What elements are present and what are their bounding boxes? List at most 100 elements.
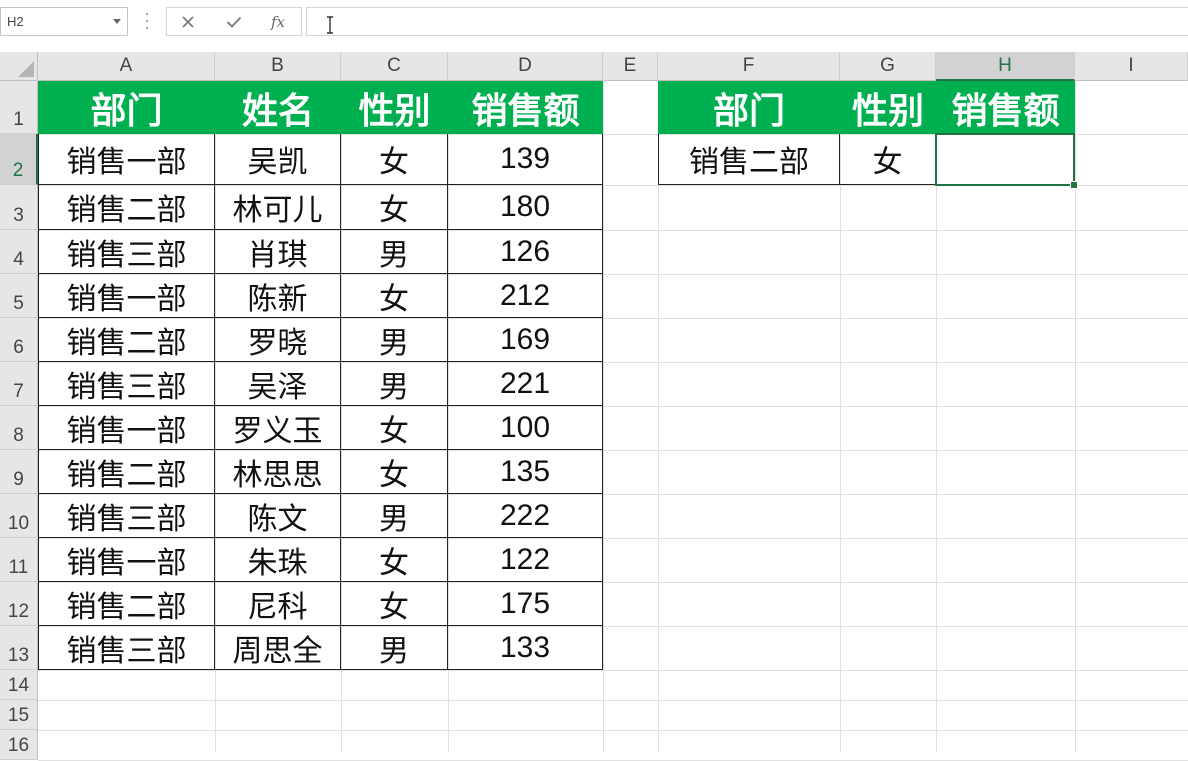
table1-header-cell[interactable]: 销售额 xyxy=(448,81,603,134)
table1-cell[interactable]: 女 xyxy=(341,450,448,494)
table1-cell[interactable]: 122 xyxy=(448,538,603,582)
table1-cell[interactable]: 222 xyxy=(448,494,603,538)
formula-buttons: fx xyxy=(166,7,302,36)
table1-cell[interactable]: 135 xyxy=(448,450,603,494)
table1-cell[interactable]: 139 xyxy=(448,134,603,185)
row-header-5[interactable]: 5 xyxy=(0,274,38,318)
select-all-button[interactable] xyxy=(0,52,38,81)
column-header-h[interactable]: H xyxy=(936,52,1075,81)
table2-header-cell[interactable]: 部门 xyxy=(658,81,840,134)
table1-cell[interactable]: 尼科 xyxy=(215,582,341,626)
name-box-value: H2 xyxy=(7,14,24,29)
table1-cell[interactable]: 陈新 xyxy=(215,274,341,318)
table1-cell[interactable]: 女 xyxy=(341,134,448,185)
table1-cell[interactable]: 销售二部 xyxy=(38,185,215,230)
row-header-13[interactable]: 13 xyxy=(0,626,38,670)
table1-cell[interactable]: 175 xyxy=(448,582,603,626)
row-header-8[interactable]: 8 xyxy=(0,406,38,450)
table1-cell[interactable]: 133 xyxy=(448,626,603,670)
table1-cell[interactable]: 罗晓 xyxy=(215,318,341,362)
table1-cell[interactable]: 100 xyxy=(448,406,603,450)
table1-cell[interactable]: 212 xyxy=(448,274,603,318)
row-header-10[interactable]: 10 xyxy=(0,494,38,538)
gridline xyxy=(38,730,1188,731)
column-header-f[interactable]: F xyxy=(658,52,840,81)
row-header-15[interactable]: 15 xyxy=(0,700,38,730)
table1-cell[interactable]: 林可儿 xyxy=(215,185,341,230)
table1-cell[interactable]: 女 xyxy=(341,406,448,450)
column-header-e[interactable]: E xyxy=(603,52,658,81)
table1-cell[interactable]: 女 xyxy=(341,185,448,230)
table2-cell[interactable]: 女 xyxy=(840,134,936,185)
row-header-7[interactable]: 7 xyxy=(0,362,38,406)
table1-cell[interactable]: 221 xyxy=(448,362,603,406)
table1-cell[interactable]: 销售三部 xyxy=(38,494,215,538)
name-box[interactable]: H2 xyxy=(0,7,128,36)
table1-cell[interactable]: 女 xyxy=(341,538,448,582)
table1-cell[interactable]: 169 xyxy=(448,318,603,362)
table1-cell[interactable]: 吴泽 xyxy=(215,362,341,406)
column-header-i[interactable]: I xyxy=(1075,52,1188,81)
close-icon[interactable] xyxy=(177,12,199,32)
table1-cell[interactable]: 销售三部 xyxy=(38,230,215,274)
gridline xyxy=(38,700,1188,701)
formula-bar: H2 fx xyxy=(0,0,1188,44)
table1-cell[interactable]: 陈文 xyxy=(215,494,341,538)
column-header-d[interactable]: D xyxy=(448,52,603,81)
column-header-c[interactable]: C xyxy=(341,52,448,81)
table1-cell[interactable]: 126 xyxy=(448,230,603,274)
row-header-14[interactable]: 14 xyxy=(0,670,38,700)
table1-cell[interactable]: 男 xyxy=(341,362,448,406)
table1-cell[interactable]: 销售一部 xyxy=(38,406,215,450)
table1-cell[interactable]: 销售三部 xyxy=(38,626,215,670)
formula-input[interactable] xyxy=(306,7,1188,36)
fx-label: fx xyxy=(270,13,285,31)
table1-cell[interactable]: 罗义玉 xyxy=(215,406,341,450)
table1-cell[interactable]: 林思思 xyxy=(215,450,341,494)
row-header-1[interactable]: 1 xyxy=(0,81,38,134)
table2-cell[interactable]: 销售二部 xyxy=(658,134,840,185)
table1-cell[interactable]: 销售一部 xyxy=(38,134,215,185)
chevron-down-icon[interactable] xyxy=(113,19,121,24)
table1-header-cell[interactable]: 姓名 xyxy=(215,81,341,134)
column-header-b[interactable]: B xyxy=(215,52,341,81)
table1-cell[interactable]: 周思全 xyxy=(215,626,341,670)
row-header-2[interactable]: 2 xyxy=(0,134,38,185)
table1-cell[interactable]: 女 xyxy=(341,274,448,318)
row-header-11[interactable]: 11 xyxy=(0,538,38,582)
table1-cell[interactable]: 女 xyxy=(341,582,448,626)
table2-header-cell[interactable]: 性别 xyxy=(840,81,936,134)
gridline xyxy=(38,670,1188,671)
column-header-g[interactable]: G xyxy=(840,52,936,81)
table1-cell[interactable]: 销售三部 xyxy=(38,362,215,406)
table1-header-cell[interactable]: 部门 xyxy=(38,81,215,134)
row-header-12[interactable]: 12 xyxy=(0,582,38,626)
row-header-6[interactable]: 6 xyxy=(0,318,38,362)
active-cell-h2[interactable] xyxy=(935,133,1075,186)
table1-header-cell[interactable]: 性别 xyxy=(341,81,448,134)
table2-header-cell[interactable]: 销售额 xyxy=(936,81,1075,134)
table1-cell[interactable]: 销售二部 xyxy=(38,450,215,494)
table1-cell[interactable]: 男 xyxy=(341,494,448,538)
table1-cell[interactable]: 销售二部 xyxy=(38,318,215,362)
column-header-a[interactable]: A xyxy=(38,52,215,81)
table1-cell[interactable]: 男 xyxy=(341,230,448,274)
table1-cell[interactable]: 男 xyxy=(341,626,448,670)
row-header-3[interactable]: 3 xyxy=(0,185,38,230)
table1-cell[interactable]: 男 xyxy=(341,318,448,362)
table1-cell[interactable]: 180 xyxy=(448,185,603,230)
row-header-9[interactable]: 9 xyxy=(0,450,38,494)
more-options-icon[interactable] xyxy=(145,13,148,29)
row-header-16[interactable]: 16 xyxy=(0,730,38,760)
insert-function-button[interactable]: fx xyxy=(267,12,289,32)
gridline xyxy=(603,81,604,752)
table1-cell[interactable]: 销售二部 xyxy=(38,582,215,626)
table1-cell[interactable]: 销售一部 xyxy=(38,274,215,318)
row-header-4[interactable]: 4 xyxy=(0,230,38,274)
table1-cell[interactable]: 销售一部 xyxy=(38,538,215,582)
table1-cell[interactable]: 朱珠 xyxy=(215,538,341,582)
fill-handle[interactable] xyxy=(1070,181,1078,189)
check-icon[interactable] xyxy=(223,12,245,32)
table1-cell[interactable]: 肖琪 xyxy=(215,230,341,274)
table1-cell[interactable]: 吴凯 xyxy=(215,134,341,185)
